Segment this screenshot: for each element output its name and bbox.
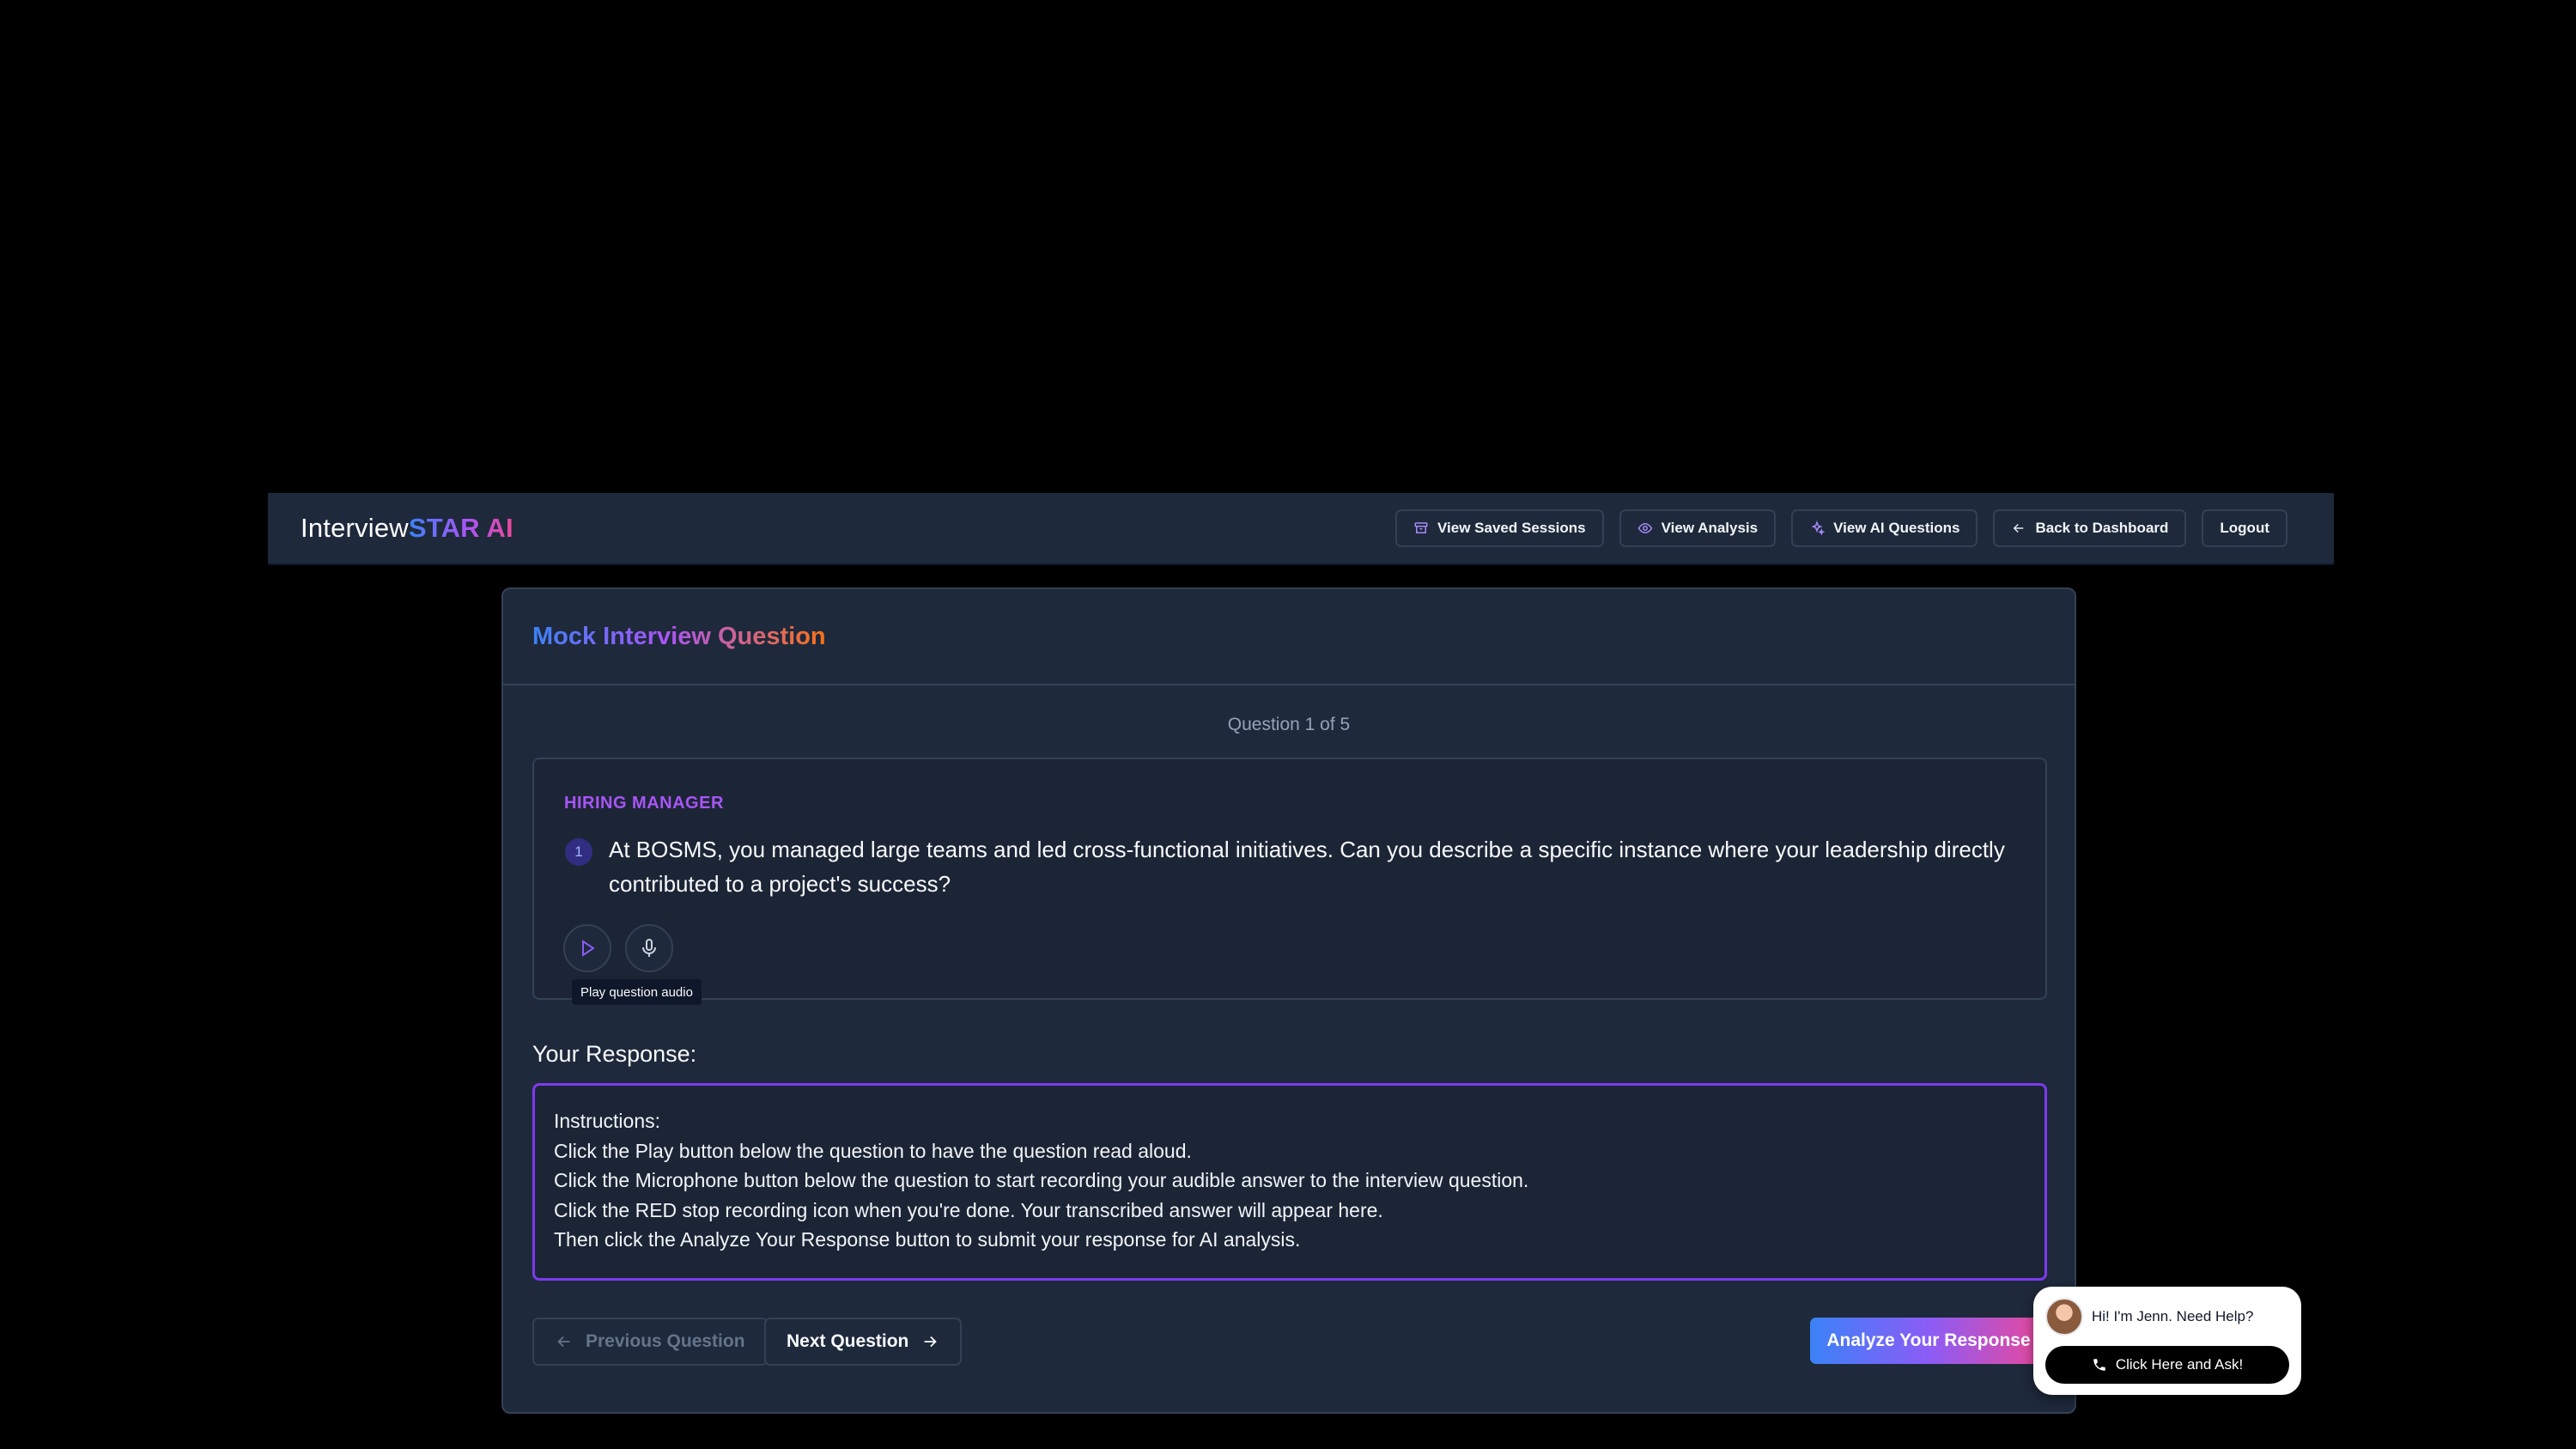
record-answer-button[interactable] — [625, 924, 673, 972]
logout-button[interactable]: Logout — [2202, 509, 2287, 547]
view-ai-questions-label: View AI Questions — [1833, 520, 1960, 536]
brand-prefix: Interview — [301, 513, 409, 543]
card-title: Mock Interview Question — [532, 622, 826, 650]
interviewer-role: HIRING MANAGER — [564, 794, 724, 813]
view-saved-sessions-label: View Saved Sessions — [1437, 520, 1586, 536]
arrow-right-icon — [924, 1336, 938, 1348]
view-analysis-label: View Analysis — [1661, 520, 1759, 536]
play-icon — [582, 940, 595, 957]
eye-icon — [1637, 522, 1653, 534]
back-to-dashboard-label: Back to Dashboard — [2035, 520, 2169, 536]
top-navbar: Interview STAR AI View Saved Sessions Vie… — [268, 493, 2334, 565]
response-textarea[interactable]: Instructions: Click the Play button belo… — [532, 1083, 2047, 1281]
play-question-button[interactable] — [563, 924, 611, 972]
assistant-avatar — [2045, 1298, 2083, 1336]
nav-actions: View Saved Sessions View Analysis View A… — [1395, 509, 2287, 547]
previous-question-button[interactable]: Previous Question — [532, 1318, 768, 1366]
question-panel: HIRING MANAGER 1 At BOSMS, you managed l… — [532, 758, 2047, 1005]
view-analysis-button[interactable]: View Analysis — [1619, 509, 1777, 547]
logout-label: Logout — [2220, 520, 2269, 536]
microphone-icon — [642, 939, 656, 957]
question-text: At BOSMS, you managed large teams and le… — [609, 837, 2005, 897]
phone-icon — [2093, 1359, 2105, 1371]
back-to-dashboard-button[interactable]: Back to Dashboard — [1993, 509, 2187, 547]
ask-assistant-button[interactable]: Click Here and Ask! — [2045, 1346, 2289, 1384]
question-counter: Question 1 of 5 — [1227, 715, 1351, 734]
app-stage: Interview STAR AI View Saved Sessions Vie… — [0, 0, 2576, 1449]
view-saved-sessions-button[interactable]: View Saved Sessions — [1395, 509, 1604, 547]
question-number-badge: 1 — [565, 838, 592, 866]
play-audio-tooltip: Play question audio — [572, 979, 702, 1005]
view-ai-questions-button[interactable]: View AI Questions — [1791, 509, 1978, 547]
analyze-response-button[interactable]: Analyze Your Response — [1810, 1318, 2047, 1364]
archive-icon — [1414, 522, 1428, 533]
next-question-button[interactable]: Next Question — [764, 1318, 963, 1366]
mock-interview-card: Mock Interview Question Question 1 of 5 … — [501, 588, 2076, 1414]
previous-question-label: Previous Question — [586, 1331, 745, 1351]
response-label: Your Response: — [532, 1041, 697, 1067]
ask-assistant-label: Click Here and Ask! — [2115, 1356, 2244, 1373]
next-question-label: Next Question — [787, 1331, 909, 1351]
card-header: Mock Interview Question — [503, 589, 2075, 685]
arrow-left-icon — [2014, 523, 2024, 533]
brand-accent: STAR AI — [408, 513, 513, 543]
assistant-greeting: Hi! I'm Jenn. Need Help? — [2092, 1308, 2254, 1324]
app-logo[interactable]: Interview STAR AI — [301, 513, 513, 544]
help-assistant-widget[interactable]: Hi! I'm Jenn. Need Help? Click Here and … — [2033, 1287, 2301, 1395]
arrow-left-icon — [557, 1336, 570, 1348]
sparkles-icon — [1811, 521, 1826, 536]
